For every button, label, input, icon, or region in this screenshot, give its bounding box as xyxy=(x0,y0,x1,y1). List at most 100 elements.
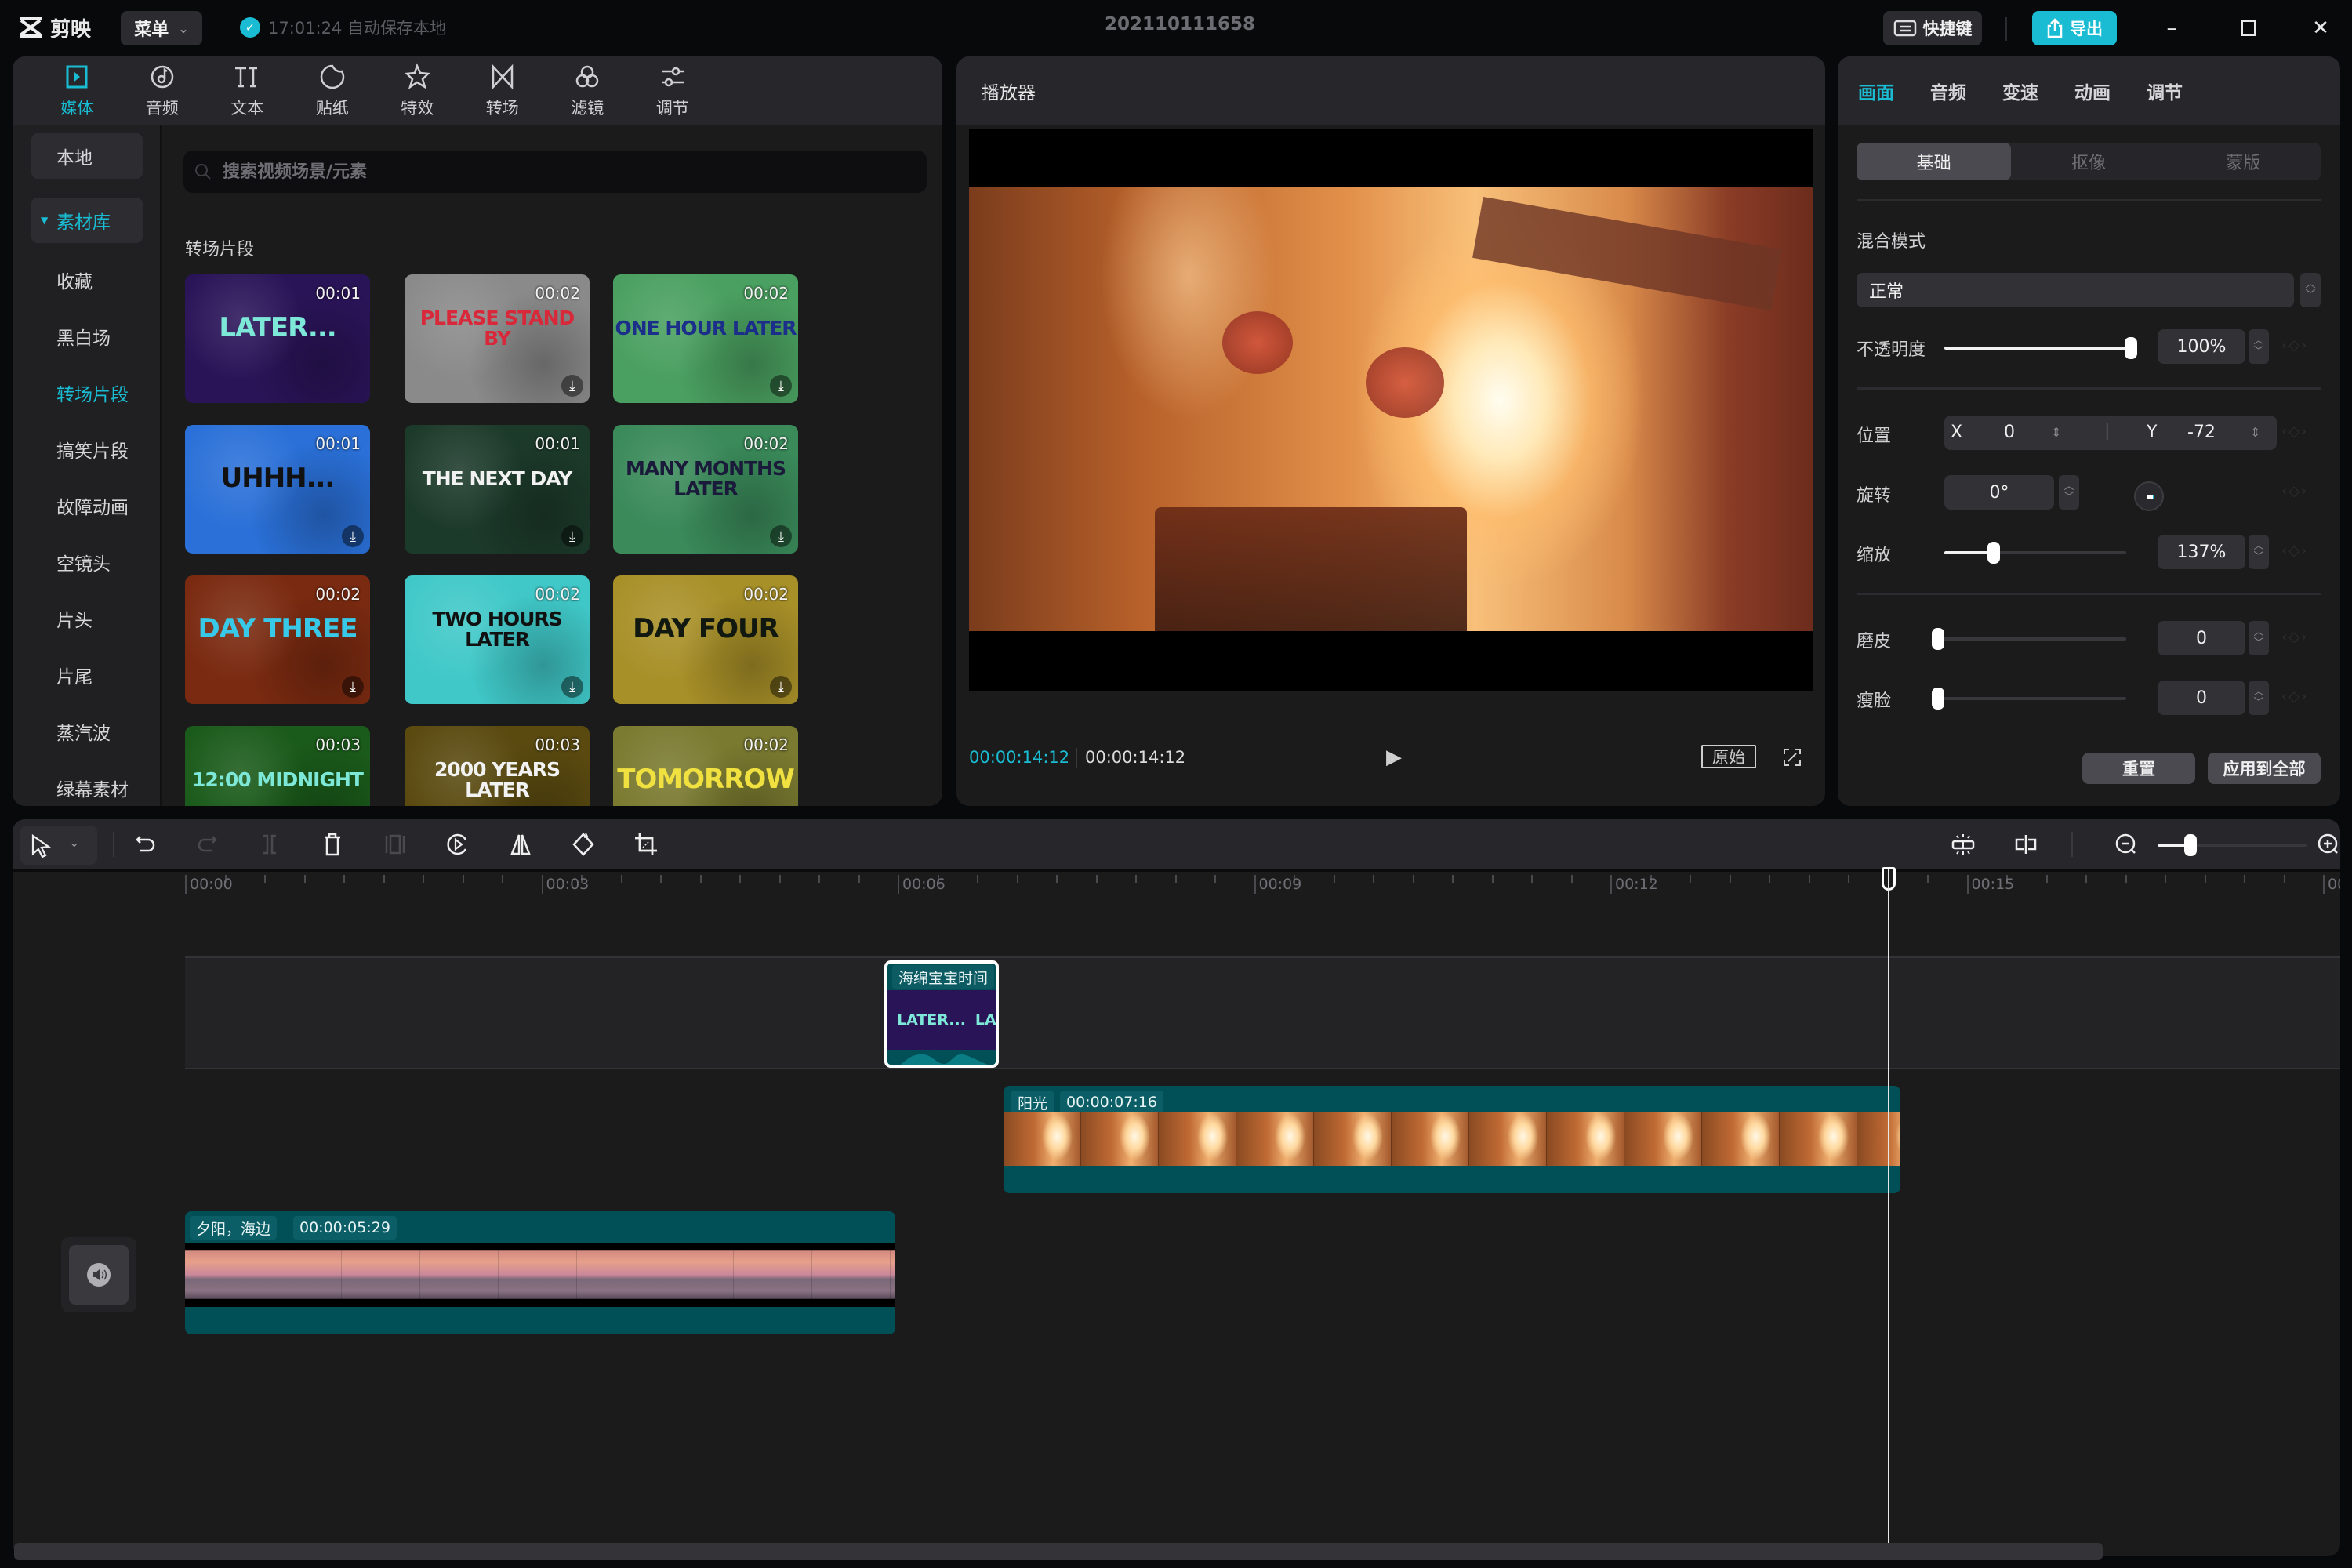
sidebar-item-glitch[interactable]: 故障动画 xyxy=(31,483,143,528)
sidebar-item-outro[interactable]: 片尾 xyxy=(31,652,143,698)
clip-card[interactable]: LATER... 00:01 xyxy=(185,274,370,403)
slider-handle[interactable] xyxy=(2183,834,2197,856)
smoothing-slider[interactable] xyxy=(1932,628,2126,650)
sidebar-item-green-screen[interactable]: 绿幕素材 xyxy=(31,765,143,806)
sidebar-item-intro[interactable]: 片头 xyxy=(31,596,143,641)
timeline-clip-spongebob[interactable]: 海绵宝宝时间 LATER... LA xyxy=(884,960,999,1068)
rotate-button[interactable] xyxy=(569,830,597,858)
maximize-button[interactable] xyxy=(2233,13,2264,44)
freeze-frame-button[interactable] xyxy=(381,830,409,858)
reverse-button[interactable] xyxy=(444,830,472,858)
menu-button[interactable]: 菜单 ⌄ xyxy=(121,11,202,45)
clip-card[interactable]: 12:00 MIDNIGHT00:03⤓ xyxy=(185,726,370,806)
sidebar-item-vaporwave[interactable]: 蒸汽波 xyxy=(31,709,143,754)
timeline-clip-sunset-beach[interactable]: 夕阳，海边 00:00:05:29 xyxy=(185,1211,895,1334)
scale-stepper[interactable]: ︿ ﹀ xyxy=(2249,535,2269,569)
minimize-button[interactable]: – xyxy=(2156,13,2187,44)
clip-card[interactable]: 2000 YEARS LATER00:03⤓ xyxy=(405,726,590,806)
tab-text[interactable]: 文本 xyxy=(205,56,290,125)
shortcut-button[interactable]: 快捷键 xyxy=(1883,11,1982,45)
tab-transition[interactable]: 转场 xyxy=(460,56,546,125)
snap-button[interactable] xyxy=(1949,830,1977,858)
apply-to-all-button[interactable]: 应用到全部 xyxy=(2208,753,2321,784)
keyframe-icon[interactable]: ‹◇› xyxy=(2281,629,2308,645)
smoothing-input[interactable]: 0 xyxy=(2158,621,2245,655)
download-icon[interactable]: ⤓ xyxy=(770,525,792,547)
blend-mode-select[interactable]: 正常 xyxy=(1857,273,2294,307)
sidebar-item-black-white[interactable]: 黑白场 xyxy=(31,314,143,359)
mirror-button[interactable] xyxy=(506,830,535,858)
timeline-ruler[interactable]: 00:00 00:03 00:06 00:09 00:12 00:15 00:18 xyxy=(13,869,2340,898)
x-value[interactable]: 0 xyxy=(2004,423,2015,442)
sidebar-item-library[interactable]: ▼ 素材库 xyxy=(31,198,143,243)
slimming-input[interactable]: 0 xyxy=(2158,681,2245,715)
download-icon[interactable]: ⤓ xyxy=(342,676,364,698)
sidebar-item-empty-shots[interactable]: 空镜头 xyxy=(31,539,143,585)
smoothing-stepper[interactable]: ︿ ﹀ xyxy=(2249,621,2269,655)
timeline-horizontal-scrollbar[interactable] xyxy=(14,1543,2103,1560)
keyframe-icon[interactable]: ‹◇› xyxy=(2281,688,2308,705)
tab-filter[interactable]: 滤镜 xyxy=(545,56,630,125)
mute-track-button[interactable] xyxy=(69,1245,129,1305)
slider-handle[interactable] xyxy=(1932,628,1944,650)
opacity-input[interactable]: 100% xyxy=(2158,329,2245,364)
tab-audio-props[interactable]: 音频 xyxy=(1930,78,1966,104)
blend-mode-stepper[interactable]: ︿ ﹀ xyxy=(2300,273,2321,307)
tab-video[interactable]: 画面 xyxy=(1858,78,1894,104)
download-icon[interactable]: ⤓ xyxy=(561,525,583,547)
download-icon[interactable]: ⤓ xyxy=(561,676,583,698)
tab-adjust[interactable]: 调节 xyxy=(630,56,716,125)
clip-card[interactable]: TWO HOURS LATER 00:02 ⤓ xyxy=(405,575,590,704)
subtab-mask[interactable]: 蒙版 xyxy=(2166,143,2321,180)
tab-speed[interactable]: 变速 xyxy=(2002,78,2038,104)
tab-animation[interactable]: 动画 xyxy=(2074,78,2111,104)
keyframe-icon[interactable]: ‹◇› xyxy=(2281,337,2308,354)
clip-card[interactable]: UHHH... 00:01 ⤓ xyxy=(185,425,370,554)
select-tool-button[interactable]: ⌄ xyxy=(20,826,97,865)
rotation-dial[interactable] xyxy=(2134,481,2164,511)
subtab-basic[interactable]: 基础 xyxy=(1857,143,2012,180)
download-icon[interactable]: ⤓ xyxy=(342,525,364,547)
close-button[interactable]: ✕ xyxy=(2305,13,2336,44)
rotation-input[interactable]: 0° xyxy=(1944,475,2054,510)
tab-effects[interactable]: 特效 xyxy=(375,56,460,125)
download-icon[interactable]: ⤓ xyxy=(770,375,792,397)
sidebar-item-local[interactable]: 本地 xyxy=(31,133,143,179)
opacity-slider[interactable] xyxy=(1944,337,2137,359)
slimming-stepper[interactable]: ︿ ﹀ xyxy=(2249,681,2269,715)
scale-slider[interactable] xyxy=(1944,542,2126,564)
crop-button[interactable] xyxy=(632,830,660,858)
zoom-out-button[interactable] xyxy=(2112,830,2140,858)
search-input[interactable] xyxy=(223,162,897,182)
clip-card[interactable]: MANY MONTHS LATER 00:02 ⤓ xyxy=(613,425,798,554)
download-icon[interactable]: ⤓ xyxy=(561,375,583,397)
timeline-zoom-slider[interactable] xyxy=(2158,834,2307,856)
tab-media[interactable]: 媒体 xyxy=(34,56,120,125)
clip-card[interactable]: TOMORROW 00:02 xyxy=(613,726,798,806)
sidebar-item-funny-clips[interactable]: 搞笑片段 xyxy=(31,426,143,472)
playhead-line[interactable] xyxy=(1888,869,1889,1551)
tab-sticker[interactable]: 贴纸 xyxy=(290,56,376,125)
rotation-stepper[interactable]: ︿ ﹀ xyxy=(2059,475,2079,510)
timeline-clip-sunlight[interactable]: 阳光 00:00:07:16 xyxy=(1004,1086,1900,1193)
zoom-in-button[interactable] xyxy=(2314,830,2340,858)
clip-card[interactable]: DAY FOUR 00:02 ⤓ xyxy=(613,575,798,704)
sidebar-item-favorites[interactable]: 收藏 xyxy=(31,257,143,303)
slider-handle[interactable] xyxy=(2125,337,2137,359)
delete-button[interactable] xyxy=(318,830,347,858)
keyframe-icon[interactable]: ‹◇› xyxy=(2281,423,2308,440)
slider-handle[interactable] xyxy=(1987,542,2000,564)
y-value[interactable]: -72 xyxy=(2187,423,2216,442)
redo-button[interactable] xyxy=(193,830,221,858)
play-button[interactable]: ▶ xyxy=(1380,743,1408,771)
slider-handle[interactable] xyxy=(1932,688,1944,710)
export-button[interactable]: 导出 xyxy=(2032,11,2117,45)
download-icon[interactable]: ⤓ xyxy=(770,676,792,698)
scale-input[interactable]: 137% xyxy=(2158,535,2245,569)
keyframe-icon[interactable]: ‹◇› xyxy=(2281,543,2308,559)
tab-adjust-props[interactable]: 调节 xyxy=(2147,78,2183,104)
opacity-stepper[interactable]: ︿ ﹀ xyxy=(2249,329,2269,364)
clip-card[interactable]: ONE HOUR LATER 00:02 ⤓ xyxy=(613,274,798,403)
clip-card[interactable]: DAY THREE 00:02 ⤓ xyxy=(185,575,370,704)
keyframe-icon[interactable]: ‹◇› xyxy=(2281,483,2308,499)
